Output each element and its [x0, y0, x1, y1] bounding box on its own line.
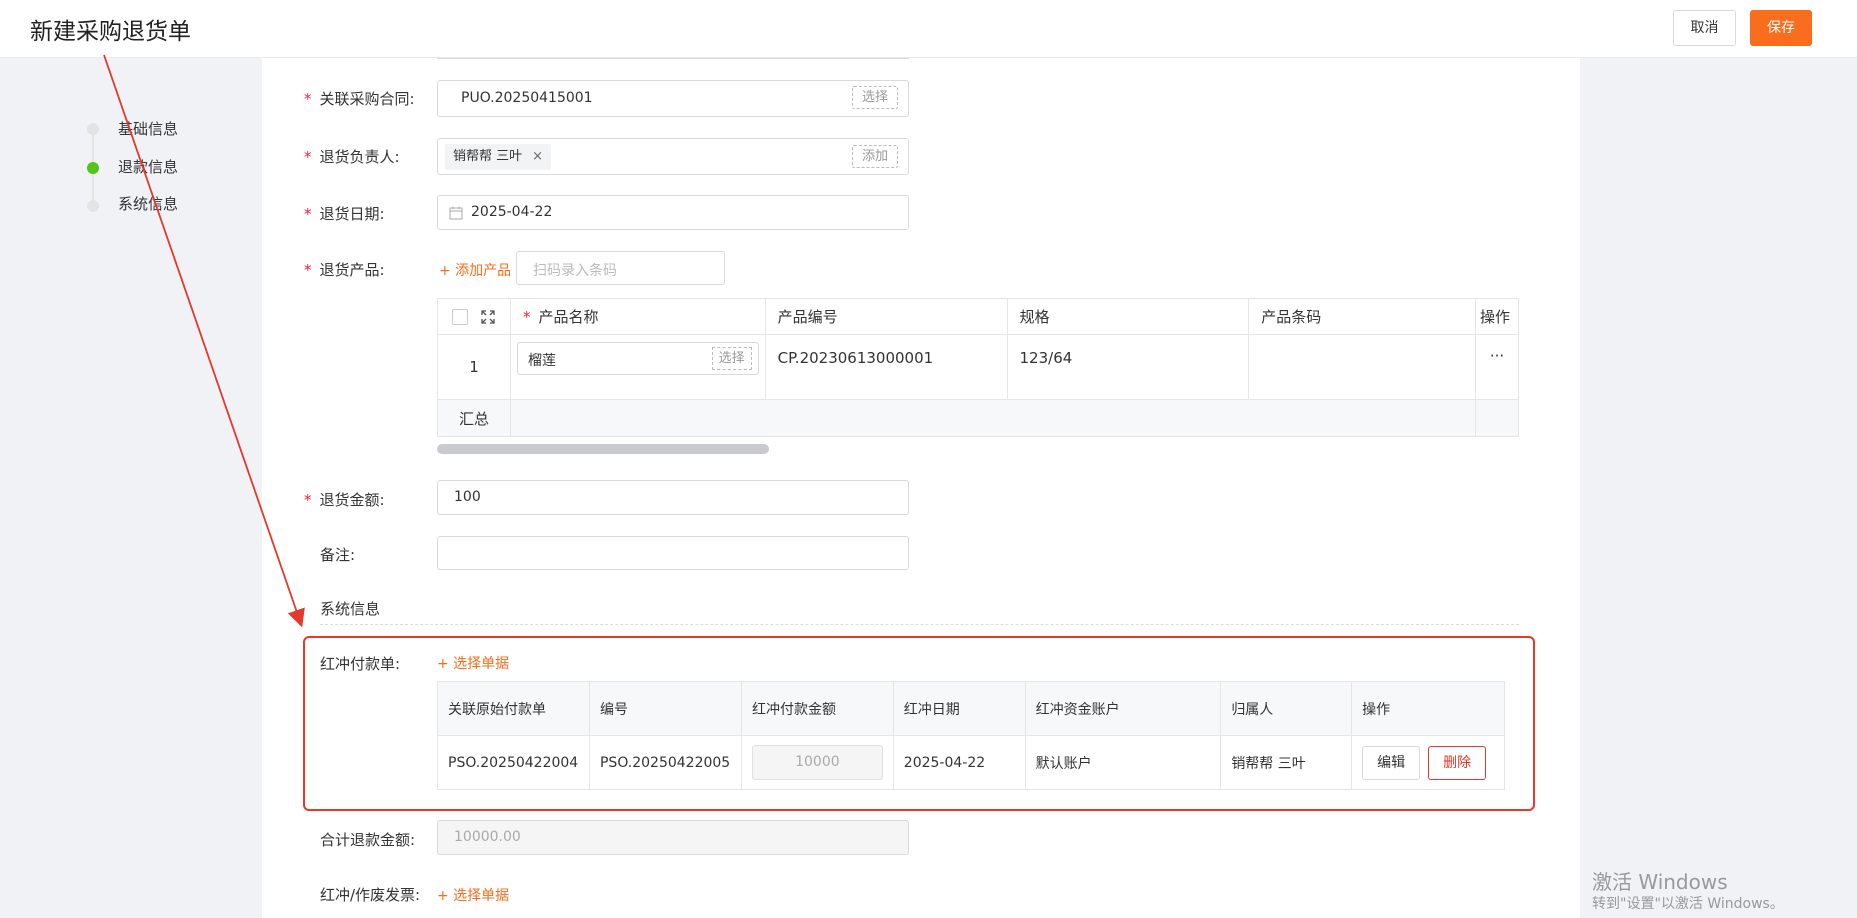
owner-cell: 销帮帮 三叶 [1220, 735, 1353, 790]
page-title: 新建采购退货单 [30, 19, 191, 45]
step-dot-basic [87, 123, 99, 135]
calendar-icon [449, 205, 463, 221]
redpay-amount-field: 10000 [751, 745, 883, 780]
owner-field[interactable]: 销帮帮 三叶 × [437, 138, 909, 175]
contract-field[interactable]: PUO.20250415001 [437, 80, 909, 117]
summary-label: 汇总 [437, 399, 511, 437]
table-row: 1 榴莲 选择 CP.20230613000001 123/64 ··· [437, 334, 1520, 400]
scan-placeholder: 扫码录入条码 [533, 263, 617, 279]
date-cell: 2025-04-22 [892, 735, 1026, 790]
edit-button[interactable]: 编辑 [1362, 745, 1421, 780]
header-tools [437, 298, 511, 335]
contract-select-button[interactable]: 选择 [852, 86, 898, 109]
date-label: * 退货日期: [304, 205, 385, 223]
col-origin: 关联原始付款单 [437, 681, 590, 736]
amount-cell: 10000 [740, 735, 894, 790]
summary-row: 汇总 [437, 399, 1520, 437]
table-row: PSO.20250422004 PSO.20250422005 10000 20… [437, 735, 1505, 790]
col-date: 红冲日期 [892, 681, 1026, 736]
operations-cell: 编辑 删除 [1351, 735, 1505, 790]
step-system-info[interactable]: 系统信息 [118, 193, 178, 214]
remark-field[interactable] [437, 536, 909, 570]
product-name-value: 榴莲 [527, 353, 556, 369]
scan-barcode-input[interactable]: 扫码录入条码 [516, 251, 725, 285]
amount-label: * 退货金额: [304, 491, 385, 509]
col-product-name: * 产品名称 [509, 298, 766, 335]
summary-end [1474, 399, 1520, 437]
page-header: 新建采购退货单 取消 保存 [0, 0, 1857, 58]
col-product-code: 产品编号 [764, 298, 1008, 335]
col-number: 编号 [588, 681, 742, 736]
amount-field[interactable]: 100 [437, 480, 909, 515]
horizontal-scrollbar[interactable] [437, 444, 769, 454]
more-icon[interactable]: ··· [1474, 334, 1520, 400]
delete-button[interactable]: 删除 [1428, 745, 1487, 780]
step-dot-refund [87, 162, 99, 174]
contract-label: * 关联采购合同: [304, 90, 415, 108]
date-field[interactable]: 2025-04-22 [437, 195, 909, 230]
redpay-label: 红冲付款单: [320, 655, 401, 673]
redpay-select-link[interactable]: + 选择单据 [437, 653, 509, 673]
product-select-button[interactable]: 选择 [711, 347, 752, 370]
col-barcode: 产品条码 [1248, 298, 1476, 335]
total-value: 10000.00 [454, 829, 521, 845]
save-button[interactable]: 保存 [1750, 10, 1812, 46]
product-name-field[interactable]: 榴莲 选择 [516, 342, 759, 375]
cancel-button[interactable]: 取消 [1673, 10, 1736, 46]
products-label: * 退货产品: [304, 261, 385, 279]
redpay-table: 关联原始付款单 编号 红冲付款金额 红冲日期 红冲资金账户 归属人 操作 PSO… [437, 681, 1505, 790]
add-product-link[interactable]: + 添加产品 [439, 260, 511, 280]
barcode-cell [1248, 334, 1476, 400]
redpay-table-header: 关联原始付款单 编号 红冲付款金额 红冲日期 红冲资金账户 归属人 操作 [437, 681, 1505, 736]
divider [437, 58, 909, 59]
products-table: * 产品名称 产品编号 规格 产品条码 操作 1 榴莲 选择 CP.2023061… [437, 298, 1520, 437]
product-code-cell: CP.20230613000001 [764, 334, 1008, 400]
date-value: 2025-04-22 [471, 204, 553, 220]
row-index: 1 [437, 334, 511, 400]
select-all-checkbox[interactable] [452, 308, 468, 325]
step-refund-info[interactable]: 退款信息 [118, 156, 178, 177]
invoice-select-link[interactable]: + 选择单据 [437, 885, 509, 905]
col-spec: 规格 [1006, 298, 1250, 335]
total-label: 合计退款金额: [320, 831, 416, 849]
owner-label: * 退货负责人: [304, 148, 400, 166]
origin-cell: PSO.20250422004 [437, 735, 590, 790]
col-amount: 红冲付款金额 [740, 681, 894, 736]
owner-tag: 销帮帮 三叶 × [445, 144, 552, 170]
col-actions: 操作 [1474, 298, 1520, 335]
col-account: 红冲资金账户 [1024, 681, 1222, 736]
total-field: 10000.00 [437, 820, 909, 855]
owner-add-button[interactable]: 添加 [852, 145, 898, 168]
col-owner: 归属人 [1220, 681, 1353, 736]
system-section-title: 系统信息 [320, 600, 381, 618]
contract-value: PUO.20250415001 [461, 90, 593, 106]
number-cell: PSO.20250422005 [588, 735, 742, 790]
account-cell: 默认账户 [1024, 735, 1222, 790]
spec-cell: 123/64 [1006, 334, 1250, 400]
summary-cell [509, 399, 1476, 437]
col-operations: 操作 [1351, 681, 1505, 736]
watermark-title: 激活 Windows [1592, 870, 1728, 894]
product-name-cell: 榴莲 选择 [509, 334, 766, 400]
step-basic-info[interactable]: 基础信息 [118, 118, 178, 139]
section-divider [320, 624, 1519, 625]
amount-value: 100 [454, 489, 481, 505]
step-dot-system [87, 200, 99, 212]
invoice-label: 红冲/作废发票: [320, 886, 421, 904]
remark-label: 备注: [320, 546, 356, 564]
tag-close-icon[interactable]: × [532, 149, 543, 164]
products-table-header: * 产品名称 产品编号 规格 产品条码 操作 [437, 298, 1520, 335]
watermark-subtitle: 转到"设置"以激活 Windows。 [1592, 896, 1784, 912]
expand-icon[interactable] [481, 308, 495, 326]
